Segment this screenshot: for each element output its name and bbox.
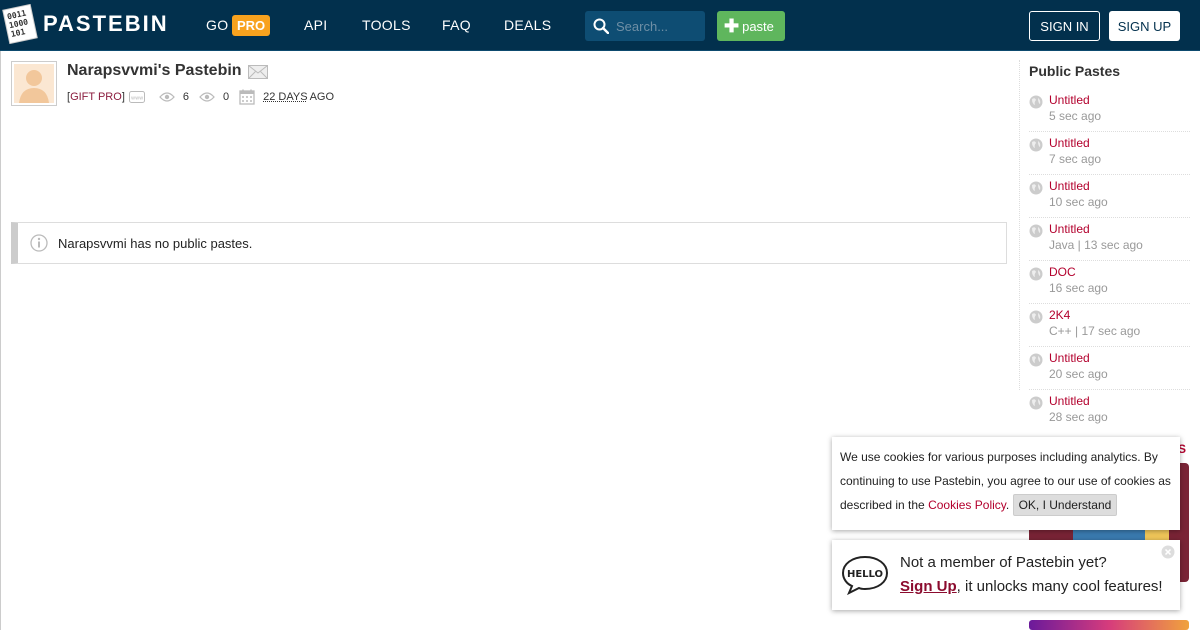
profile-meta: [GIFT PRO] www 6 0 22 DAYS AGO: [67, 89, 335, 105]
gift-pro-link[interactable]: GIFT PRO: [70, 91, 122, 103]
pro-badge[interactable]: PRO: [232, 15, 271, 36]
eye-icon: [199, 92, 215, 102]
cookie-consent-popup: We use cookies for various purposes incl…: [832, 437, 1180, 530]
plus-icon: ✚: [724, 16, 740, 36]
info-icon: [30, 234, 48, 252]
eye-icon: [159, 92, 175, 102]
content-left-border: [0, 51, 1, 630]
list-item: Untitled Java | 13 sec ago: [1029, 218, 1190, 261]
signup-prompt-popup: HELLO Not a member of Pastebin yet? Sign…: [832, 540, 1180, 610]
globe-icon: [1029, 181, 1043, 195]
search-box[interactable]: [585, 11, 705, 41]
hello-speech-bubble-icon: HELLO: [841, 555, 889, 595]
list-item: Untitled 10 sec ago: [1029, 175, 1190, 218]
website-icon: www: [128, 91, 145, 103]
new-paste-button[interactable]: ✚ paste: [717, 11, 785, 41]
joined-days: 22 DAYS: [263, 91, 308, 103]
sign-up-button[interactable]: SIGN UP: [1109, 11, 1180, 41]
nav-deals[interactable]: DEALS: [504, 17, 551, 33]
list-item: Untitled 5 sec ago: [1029, 89, 1190, 132]
nav-faq[interactable]: FAQ: [442, 17, 471, 33]
notice-text: Narapsvvmi has no public pastes.: [58, 235, 253, 251]
paste-link[interactable]: Untitled: [1049, 222, 1190, 236]
svg-text:www: www: [131, 96, 143, 102]
list-item: Untitled 28 sec ago: [1029, 390, 1190, 433]
sidebar-divider: [1019, 60, 1020, 390]
globe-icon: [1029, 310, 1043, 324]
paste-link[interactable]: Untitled: [1049, 394, 1190, 408]
paste-meta: 16 sec ago: [1049, 281, 1108, 295]
globe-icon: [1029, 396, 1043, 410]
sidebar-ad-banner-2[interactable]: [1029, 620, 1189, 630]
paste-meta: 5 sec ago: [1049, 109, 1102, 123]
paste-meta: 10 sec ago: [1049, 195, 1108, 209]
paste-link[interactable]: 2K4: [1049, 308, 1190, 322]
nav-api[interactable]: API: [304, 17, 327, 33]
avatar: [11, 61, 57, 106]
message-envelope-icon[interactable]: [248, 65, 268, 79]
paste-button-label: paste: [742, 18, 774, 34]
paste-meta: 28 sec ago: [1049, 410, 1108, 424]
list-item: Untitled 20 sec ago: [1029, 347, 1190, 390]
signup-link[interactable]: Sign Up: [900, 578, 957, 595]
calendar-icon: [239, 89, 255, 105]
public-pastes-list: Untitled 5 sec ago Untitled 7 sec ago Un…: [1029, 89, 1190, 433]
paste-link[interactable]: Untitled: [1049, 179, 1190, 193]
total-view-count: 0: [223, 91, 230, 103]
paste-link[interactable]: Untitled: [1049, 93, 1190, 107]
list-item: 2K4 C++ | 17 sec ago: [1029, 304, 1190, 347]
globe-icon: [1029, 267, 1043, 281]
paste-link[interactable]: Untitled: [1049, 351, 1190, 365]
public-pastes-title: Public Pastes: [1029, 63, 1121, 79]
globe-icon: [1029, 95, 1043, 109]
cookies-policy-link[interactable]: Cookies Policy: [928, 498, 1006, 512]
sign-in-button[interactable]: SIGN IN: [1029, 11, 1100, 41]
cookie-accept-button[interactable]: OK, I Understand: [1012, 494, 1118, 516]
paste-link[interactable]: Untitled: [1049, 136, 1190, 150]
search-icon: [593, 18, 609, 34]
list-item: DOC 16 sec ago: [1029, 261, 1190, 304]
no-pastes-notice: Narapsvvmi has no public pastes.: [11, 222, 1007, 264]
user-silhouette-icon: [19, 70, 49, 103]
nav-go[interactable]: GO: [206, 17, 228, 33]
pastebin-logo[interactable]: 0011 1000 101 PASTEBIN: [2, 4, 169, 44]
view-count: 6: [182, 91, 189, 103]
nav-tools[interactable]: TOOLS: [362, 17, 411, 33]
globe-icon: [1029, 353, 1043, 367]
globe-icon: [1029, 138, 1043, 152]
signup-prompt-title: Not a member of Pastebin yet?: [900, 554, 1107, 571]
top-header: 0011 1000 101 PASTEBIN GO PRO API TOOLS …: [0, 0, 1200, 51]
list-item: Untitled 7 sec ago: [1029, 132, 1190, 175]
logo-document-icon: 0011 1000 101: [2, 4, 38, 44]
page-title: Narapsvvmi's Pastebin: [67, 62, 242, 79]
close-icon[interactable]: [1161, 545, 1175, 559]
paste-meta: C++ | 17 sec ago: [1049, 324, 1141, 338]
globe-icon: [1029, 224, 1043, 238]
search-input[interactable]: [616, 18, 696, 34]
paste-meta: 20 sec ago: [1049, 367, 1108, 381]
paste-meta: 7 sec ago: [1049, 152, 1102, 166]
svg-text:HELLO: HELLO: [847, 569, 883, 580]
signup-prompt-text: , it unlocks many cool features!: [956, 578, 1163, 595]
paste-meta: Java | 13 sec ago: [1049, 238, 1143, 252]
logo-text: PASTEBIN: [43, 11, 169, 36]
joined-suffix: AGO: [309, 91, 335, 103]
paste-link[interactable]: DOC: [1049, 265, 1190, 279]
